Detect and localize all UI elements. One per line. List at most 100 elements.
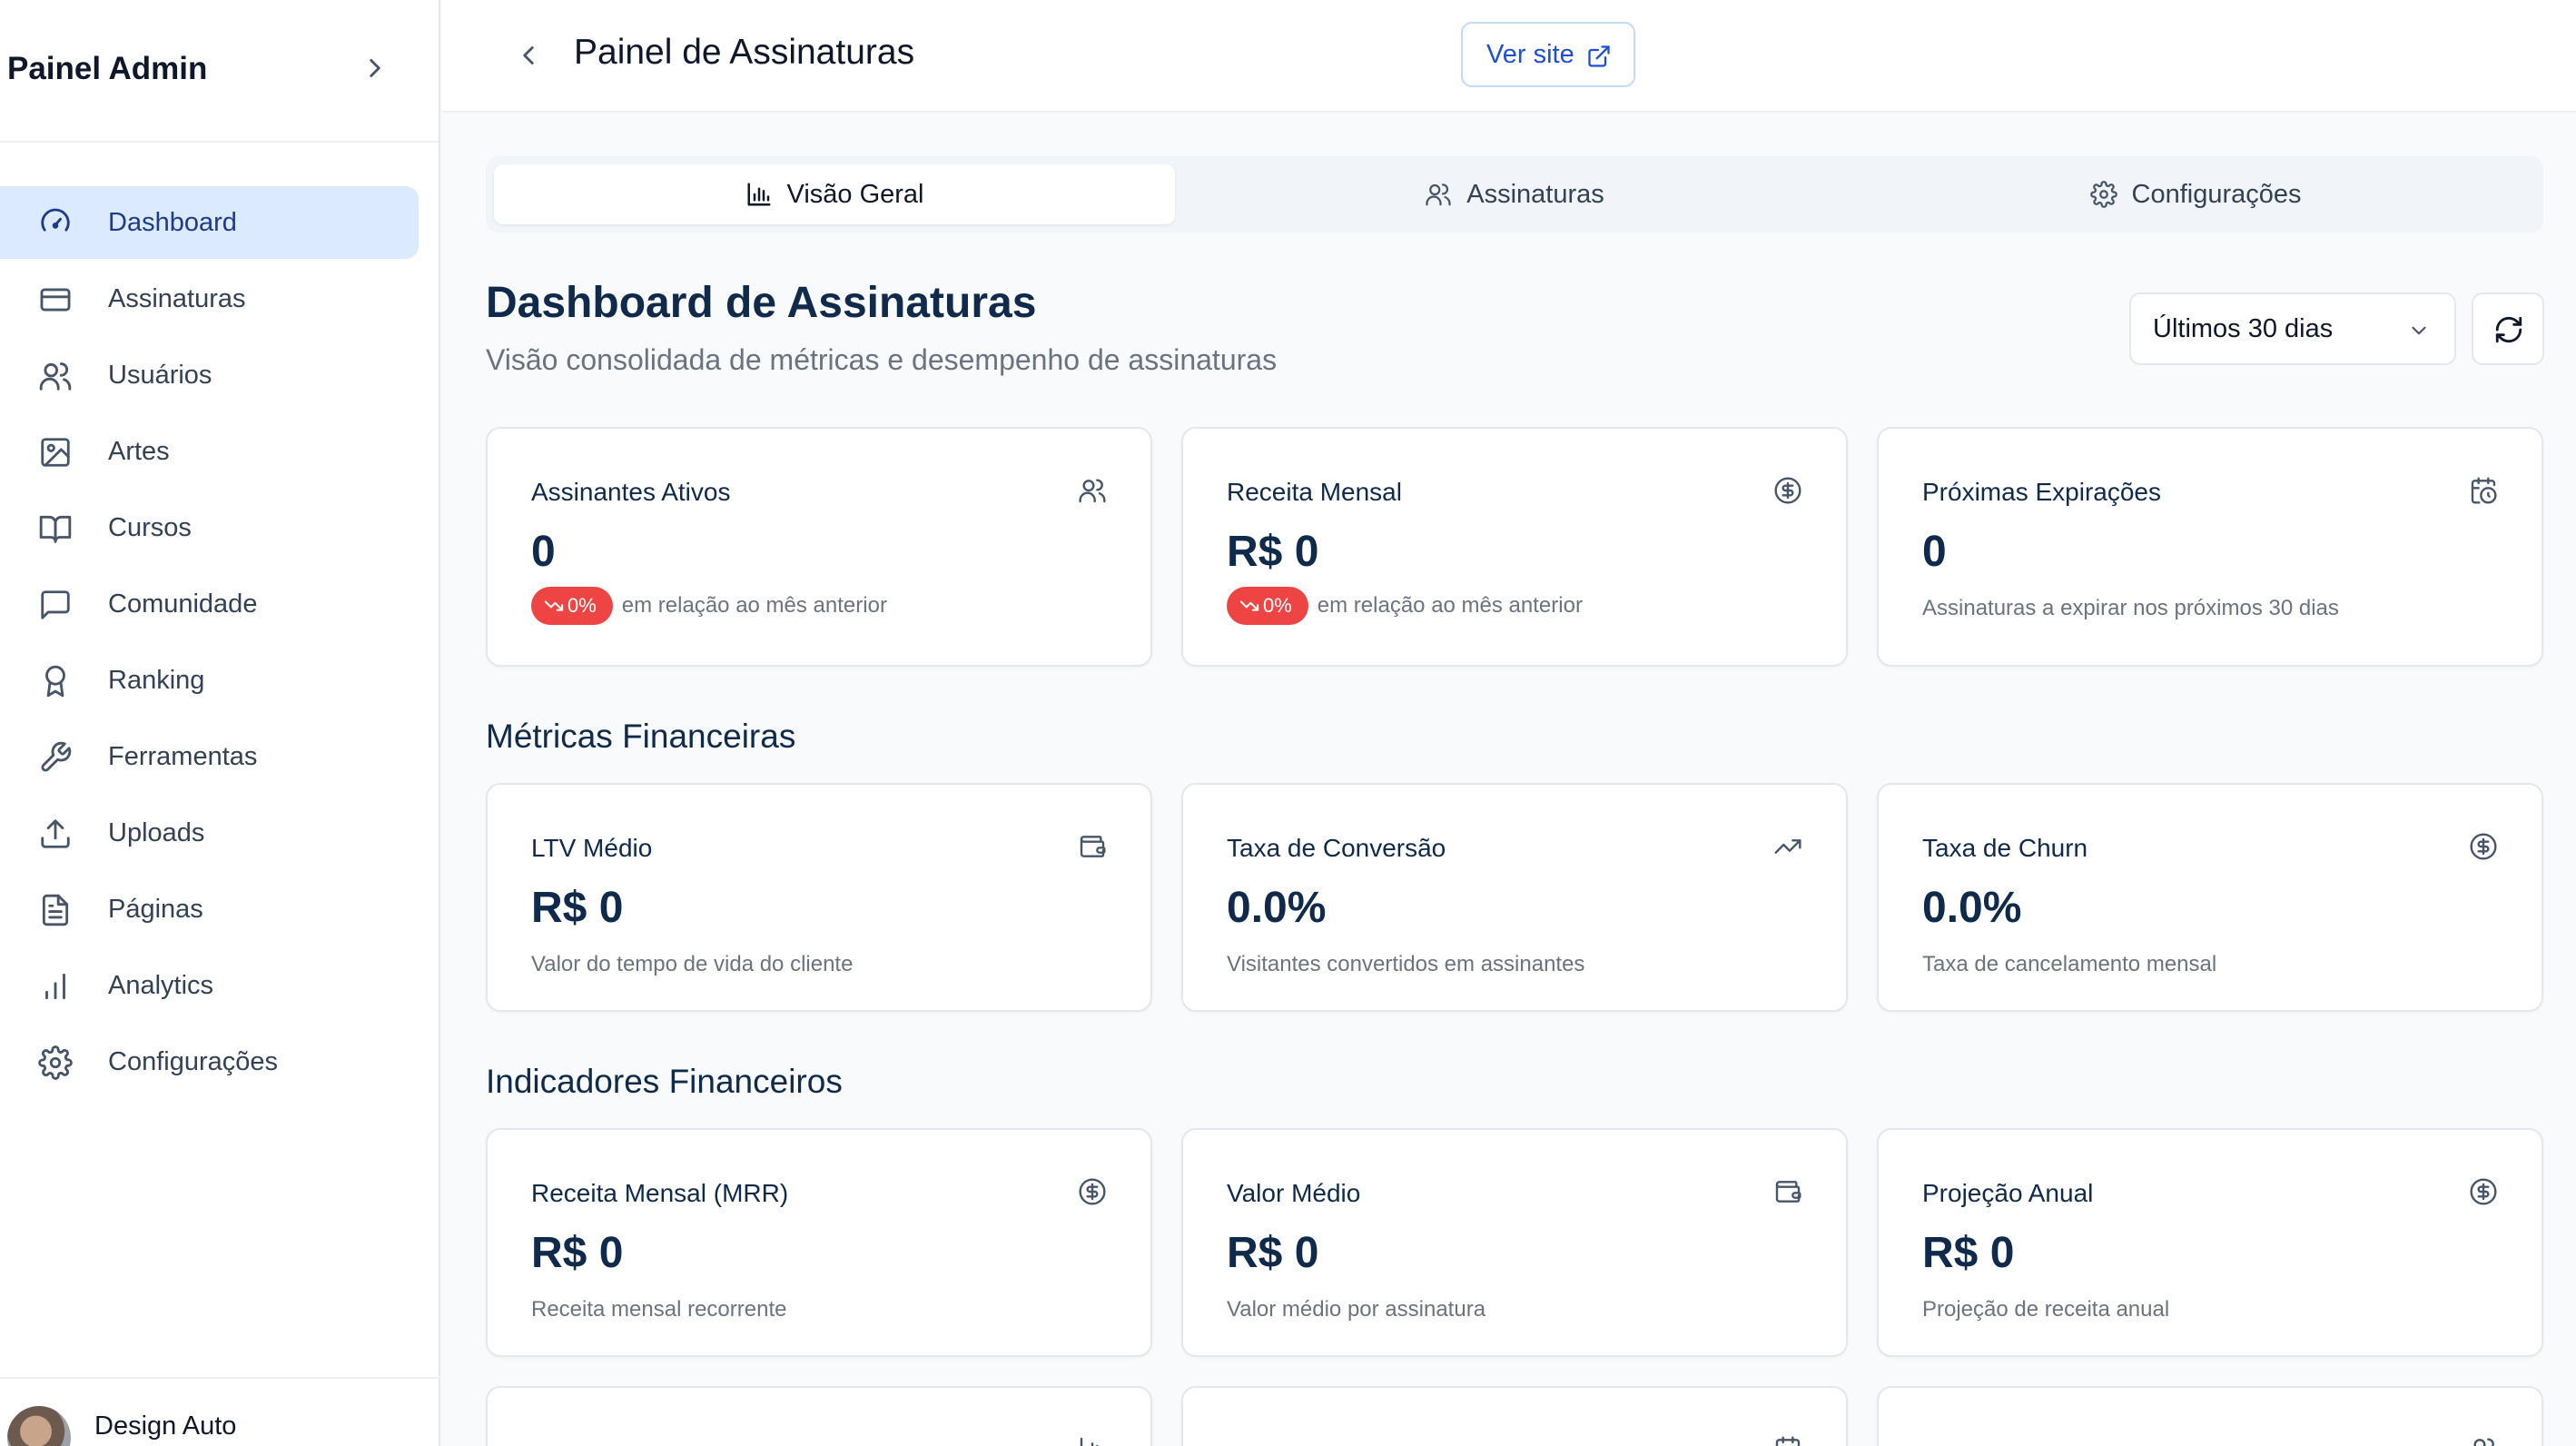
card-title: Taxa de Churn — [1922, 834, 2088, 862]
sidebar-item-analytics[interactable]: Analytics — [0, 949, 440, 1022]
card-title: Assinantes Ativos — [531, 478, 731, 506]
sidebar-item-comunidade[interactable]: Comunidade — [0, 568, 440, 640]
gauge-icon — [41, 208, 70, 232]
chevron-left-icon[interactable] — [513, 40, 544, 71]
sidebar-title: Painel Admin — [7, 51, 208, 86]
period-select[interactable]: Últimos 30 dias — [2129, 292, 2456, 365]
calendar-icon — [1775, 1436, 1801, 1446]
card-value: R$ 0 — [531, 884, 624, 932]
dashboard-title: Dashboard de Assinaturas — [486, 279, 1037, 327]
dollar-circle-icon — [1079, 1178, 1106, 1205]
card-delta: 0% em relação ao mês anterior — [1227, 587, 1583, 625]
sidebar-item-uploads[interactable]: Uploads — [0, 797, 440, 869]
message-square-icon — [41, 590, 70, 619]
dollar-circle-icon — [2470, 833, 2497, 860]
card-desc: Valor do tempo de vida do cliente — [531, 952, 854, 976]
card-partial — [1181, 1386, 1848, 1446]
period-select-value: Últimos 30 dias — [2153, 314, 2334, 343]
sidebar-item-label: Ferramentas — [108, 741, 258, 771]
card-value: 0.0% — [1922, 884, 2022, 932]
card-value: 0 — [1922, 528, 1947, 576]
status-badge: 0% — [531, 587, 613, 625]
card-delta: 0% em relação ao mês anterior — [531, 587, 887, 625]
tab-assinaturas[interactable]: Assinaturas — [1174, 164, 1855, 224]
tab-label: Assinaturas — [1466, 179, 1604, 209]
sidebar-item-label: Uploads — [108, 817, 205, 847]
trending-down-icon — [544, 600, 564, 611]
wallet-icon — [1775, 1181, 1801, 1203]
sidebar-item-dashboard[interactable]: Dashboard — [0, 186, 419, 259]
top-bar: Painel de Assinaturas Ver site — [442, 0, 2576, 113]
card-proximas-expiracoes: Próximas Expirações 0 Assinaturas a expi… — [1877, 427, 2543, 667]
wallet-icon — [1080, 836, 1106, 857]
dollar-circle-icon — [1774, 477, 1801, 504]
gear-icon — [38, 1045, 73, 1080]
sidebar-item-configuracoes[interactable]: Configurações — [0, 1025, 440, 1098]
calendar-clock-icon — [2471, 477, 2497, 504]
card-value: 0 — [531, 528, 556, 576]
tab-label: Visão Geral — [786, 179, 924, 209]
card-title: Receita Mensal (MRR) — [531, 1179, 789, 1207]
card-title: LTV Médio — [531, 834, 653, 862]
sidebar: Painel Admin Dashboard Assinaturas Usuár… — [0, 0, 440, 1446]
refresh-icon — [2495, 316, 2522, 343]
sidebar-item-label: Ranking — [108, 665, 205, 695]
card-partial — [1877, 1386, 2543, 1446]
badge-value: 0% — [568, 594, 597, 617]
card-valor-medio: Valor Médio R$ 0 Valor médio por assinat… — [1181, 1128, 1848, 1357]
tab-configuracoes[interactable]: Configurações — [1855, 164, 2536, 224]
card-value: R$ 0 — [1227, 1229, 1319, 1277]
card-title: Projeção Anual — [1922, 1179, 2094, 1207]
page-title: Painel de Assinaturas — [574, 33, 915, 72]
card-value: 0.0% — [1227, 884, 1327, 932]
dashboard-subtitle: Visão consolidada de métricas e desempen… — [486, 343, 1278, 376]
card-desc: Valor médio por assinatura — [1227, 1297, 1486, 1322]
sidebar-item-assinaturas[interactable]: Assinaturas — [0, 262, 440, 335]
ver-site-button[interactable]: Ver site — [1461, 22, 1635, 87]
sidebar-item-label: Assinaturas — [108, 283, 246, 313]
sidebar-nav: Dashboard Assinaturas Usuários Artes Cur… — [0, 186, 440, 1102]
card-title: Próximas Expirações — [1922, 478, 2161, 506]
tab-bar: Visão Geral Assinaturas Configurações — [486, 156, 2543, 233]
users-icon — [2473, 1438, 2494, 1446]
sidebar-item-label: Páginas — [108, 894, 203, 924]
card-title: Taxa de Conversão — [1227, 834, 1446, 862]
tab-visao-geral[interactable]: Visão Geral — [494, 164, 1175, 224]
sidebar-item-ferramentas[interactable]: Ferramentas — [0, 720, 440, 793]
credit-card-icon — [40, 288, 71, 312]
ver-site-label: Ver site — [1486, 39, 1574, 69]
delta-text: em relação ao mês anterior — [1317, 593, 1583, 618]
card-value: R$ 0 — [1922, 1229, 2015, 1277]
card-desc: Receita mensal recorrente — [531, 1297, 787, 1322]
sidebar-item-ranking[interactable]: Ranking — [0, 644, 440, 717]
refresh-button[interactable] — [2472, 292, 2544, 365]
card-desc: Taxa de cancelamento mensal — [1922, 952, 2217, 976]
sidebar-item-artes[interactable]: Artes — [0, 415, 440, 488]
card-value: R$ 0 — [531, 1229, 624, 1277]
sidebar-item-usuarios[interactable]: Usuários — [0, 339, 440, 411]
file-text-icon — [42, 894, 69, 926]
dollar-circle-icon — [2470, 1178, 2497, 1205]
card-receita-mrr: Receita Mensal (MRR) R$ 0 Receita mensal… — [486, 1128, 1152, 1357]
delta-text: em relação ao mês anterior — [621, 593, 887, 618]
card-value: R$ 0 — [1227, 528, 1319, 576]
gear-icon — [2089, 181, 2117, 208]
upload-icon — [41, 819, 70, 848]
sidebar-item-label: Configurações — [108, 1046, 278, 1076]
bar-chart-icon — [1080, 1437, 1099, 1446]
trending-down-icon — [1239, 600, 1259, 611]
avatar — [7, 1406, 71, 1446]
sidebar-item-paginas[interactable]: Páginas — [0, 873, 440, 946]
card-taxa-churn: Taxa de Churn 0.0% Taxa de cancelamento … — [1877, 783, 2543, 1012]
chevron-right-icon[interactable] — [360, 53, 390, 84]
card-taxa-conversao: Taxa de Conversão 0.0% Visitantes conver… — [1181, 783, 1848, 1012]
sidebar-item-label: Comunidade — [108, 589, 258, 619]
award-icon — [45, 665, 65, 698]
sidebar-item-cursos[interactable]: Cursos — [0, 491, 440, 564]
book-open-icon — [39, 515, 72, 543]
badge-value: 0% — [1263, 594, 1292, 617]
sidebar-item-label: Dashboard — [108, 207, 237, 237]
image-icon — [41, 438, 70, 467]
sidebar-item-label: Cursos — [108, 512, 192, 542]
sidebar-user[interactable]: Design Auto — [0, 1377, 440, 1446]
